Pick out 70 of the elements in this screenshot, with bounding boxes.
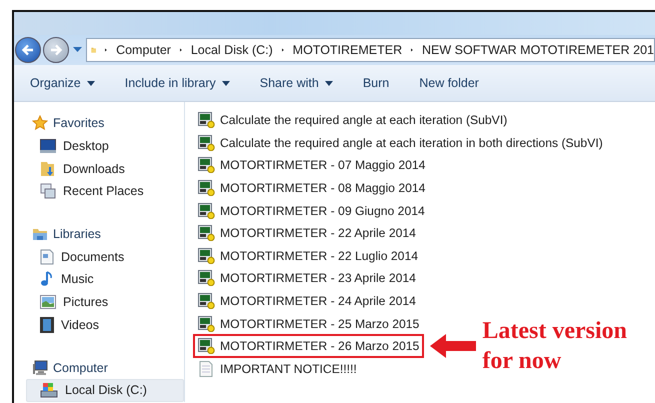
- sidebar-item[interactable]: Recent Places: [26, 180, 184, 203]
- text-file-icon: [198, 360, 215, 377]
- breadcrumb[interactable]: NEW SOFTWAR MOTOTIREMETER 201: [422, 43, 654, 57]
- vi-file-icon: [198, 270, 215, 286]
- vi-file-icon: [198, 134, 215, 151]
- vi-file-icon: [198, 180, 215, 196]
- sidebar-item[interactable]: Pictures: [26, 290, 184, 314]
- sidebar-item[interactable]: Videos: [26, 314, 184, 336]
- caret-icon: [86, 80, 95, 86]
- windows-icon: [40, 183, 56, 200]
- toolbar-button[interactable]: Organize: [30, 76, 95, 90]
- chevron-icon[interactable]: [282, 46, 284, 54]
- nav-section[interactable]: Favorites: [53, 116, 104, 130]
- music-note-icon: [40, 271, 54, 288]
- file-item[interactable]: MOTORTIRMETER - 08 Maggio 2014: [198, 180, 426, 196]
- download-folder-icon: [40, 160, 56, 177]
- breadcrumb[interactable]: Local Disk (C:): [190, 43, 273, 57]
- chevron-icon[interactable]: [180, 46, 182, 54]
- file-item[interactable]: IMPORTANT NOTICE!!!!!: [198, 360, 357, 377]
- forward-arrow-icon: [49, 43, 63, 57]
- desktop-icon: [40, 139, 56, 154]
- star-icon: [32, 115, 48, 132]
- file-item[interactable]: MOTORTIRMETER - 22 Aprile 2014: [198, 225, 416, 242]
- toolbar-button[interactable]: New folder: [419, 76, 479, 90]
- back-arrow-icon: [21, 43, 35, 57]
- file-item[interactable]: MOTORTIRMETER - 23 Aprile 2014: [198, 270, 416, 286]
- nav-section[interactable]: Libraries: [53, 227, 101, 242]
- breadcrumb[interactable]: Computer: [116, 43, 171, 57]
- vi-file-icon: [198, 338, 215, 354]
- breadcrumb[interactable]: MOTOTIREMETER: [292, 43, 402, 57]
- toolbar-button[interactable]: Share with: [260, 76, 333, 90]
- file-item[interactable]: MOTORTIRMETER - 26 Marzo 2015: [198, 338, 420, 354]
- drive-icon: [40, 382, 58, 398]
- vi-file-icon: [198, 202, 215, 219]
- film-icon: [40, 316, 54, 333]
- dropdown-icon[interactable]: [73, 47, 82, 53]
- file-item[interactable]: MOTORTIRMETER - 09 Giugno 2014: [198, 202, 425, 219]
- arrow-icon: [430, 334, 476, 358]
- sidebar-item[interactable]: Documents: [26, 245, 184, 268]
- vi-file-icon: [198, 157, 215, 174]
- vi-file-icon: [198, 112, 215, 128]
- landscape-icon: [40, 295, 56, 310]
- file-item[interactable]: MOTORTIRMETER - 22 Luglio 2014: [198, 248, 418, 264]
- forward-button[interactable]: [43, 37, 69, 63]
- file-item[interactable]: MOTORTIRMETER - 25 Marzo 2015: [198, 316, 420, 332]
- vi-file-icon: [198, 316, 215, 332]
- document-icon: [40, 248, 54, 265]
- toolbar-button[interactable]: Include in library: [124, 76, 230, 90]
- nav-section[interactable]: Computer: [53, 360, 108, 375]
- back-button[interactable]: [15, 37, 41, 63]
- sidebar-item[interactable]: Desktop: [26, 134, 184, 158]
- caret-icon: [324, 80, 333, 86]
- library-icon: [32, 226, 48, 242]
- vi-file-icon: [198, 248, 215, 264]
- vi-file-icon: [198, 293, 215, 310]
- file-item[interactable]: MOTORTIRMETER - 24 Aprile 2014: [198, 293, 416, 310]
- address-bar[interactable]: Computer Local Disk (C:) MOTOTIREMETER NEW SOFTWAR MOTOTIREMETER 201: [86, 38, 655, 62]
- file-item[interactable]: Calculate the required angle at each iteration in both directions (SubVI): [198, 134, 603, 151]
- sidebar-item[interactable]: Music: [26, 268, 184, 291]
- file-item[interactable]: Calculate the required angle at each iteration (SubVI): [198, 112, 508, 128]
- annotation-text: Latest version for now: [482, 317, 628, 376]
- caret-icon: [222, 80, 230, 86]
- computer-icon: [32, 360, 48, 376]
- file-item[interactable]: MOTORTIRMETER - 07 Maggio 2014: [198, 157, 426, 174]
- vi-file-icon: [198, 225, 215, 242]
- toolbar-button[interactable]: Burn: [362, 76, 390, 90]
- chevron-icon[interactable]: [411, 46, 414, 54]
- chevron-icon[interactable]: [105, 46, 108, 54]
- sidebar-item[interactable]: Downloads: [26, 157, 184, 180]
- sidebar-item[interactable]: Local Disk (C:): [26, 378, 184, 402]
